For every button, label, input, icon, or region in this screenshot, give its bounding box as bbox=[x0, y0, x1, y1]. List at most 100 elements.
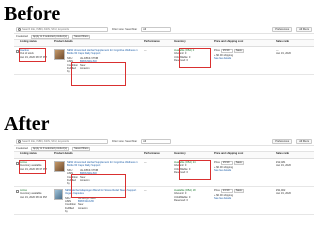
save-price-button[interactable]: Save bbox=[233, 188, 244, 193]
highlight-box bbox=[179, 48, 211, 68]
bulk-action-select[interactable]: Apply to 0 selected product(s) bbox=[30, 146, 70, 151]
price-input[interactable]: 29.99 bbox=[220, 49, 233, 53]
selected-count: 0 selected bbox=[16, 34, 28, 38]
fee-details-link[interactable]: See fee details bbox=[214, 197, 276, 200]
sales-rank-cell: #12,481 Jan 19, 2020 bbox=[276, 161, 312, 186]
filter-select[interactable]: All bbox=[141, 139, 172, 144]
table-row: Active Inventory available Jan 19, 2020 08… bbox=[14, 159, 314, 187]
all-filters-label: All filters bbox=[299, 139, 309, 143]
before-panel: Search title, ISBN, ASIN, SKU, keywords F… bbox=[14, 26, 314, 102]
all-filters-button[interactable]: All filters bbox=[296, 27, 312, 32]
column-header[interactable]: Sales rank bbox=[276, 40, 312, 46]
highlight-box bbox=[19, 160, 46, 174]
price-label: Price bbox=[214, 189, 220, 193]
toolbar: Search title, ISBN, ASIN, SKU, keywords F… bbox=[14, 26, 314, 34]
column-header[interactable]: Product details bbox=[54, 40, 144, 46]
performance-cell: — bbox=[144, 161, 147, 164]
table-header: Listing status Product details Performance… bbox=[14, 152, 314, 159]
search-input[interactable]: Search title, ISBN, ASIN, SKU, keywords bbox=[16, 139, 108, 144]
product-title-link[interactable]: NEW Unscented Herbal Supplement for Cogn… bbox=[67, 161, 144, 168]
highlight-box bbox=[71, 174, 126, 198]
save-price-button[interactable]: Save bbox=[233, 49, 244, 53]
save-price-label: Save bbox=[235, 189, 242, 193]
listing-status-cell: Active Inventory available Jan 19, 2020 08… bbox=[20, 189, 54, 214]
bulk-action-select[interactable]: Apply to 0 selected product(s) bbox=[30, 34, 70, 39]
inventory-cell: Available (FBA) 18 Inbound: 0 Unfulfillabl… bbox=[174, 189, 214, 214]
column-header[interactable]: Price and shipping cost bbox=[214, 40, 276, 46]
column-header[interactable]: Inventory bbox=[174, 40, 214, 46]
saved-filters-button[interactable]: Saved filters bbox=[72, 34, 91, 39]
fee-details-link[interactable]: See fee details bbox=[214, 169, 276, 172]
preferences-label: Preferences bbox=[275, 27, 290, 31]
price-label: Price bbox=[214, 49, 220, 53]
search-icon bbox=[18, 28, 21, 31]
row-date: Jan 19, 2020 bbox=[276, 192, 291, 196]
row-date: Jan 19, 2020 bbox=[276, 164, 291, 168]
column-header[interactable]: Listing status bbox=[20, 40, 54, 46]
product-image[interactable] bbox=[54, 161, 65, 172]
fulfillment-label: Fulfilled by bbox=[65, 206, 74, 214]
column-header[interactable]: Performance bbox=[144, 40, 174, 46]
product-image[interactable] bbox=[54, 49, 65, 60]
highlight-box bbox=[19, 48, 46, 62]
created-date: Jan 19, 2020 08:41 PM bbox=[20, 195, 47, 199]
selected-count: 0 selected bbox=[16, 146, 28, 150]
table-row: Active Inventory available Jan 19, 2020 08… bbox=[14, 187, 314, 215]
save-price-label: Save bbox=[235, 161, 242, 165]
all-filters-label: All filters bbox=[299, 27, 309, 31]
column-header[interactable]: Inventory bbox=[174, 152, 214, 158]
column-header[interactable]: Product details bbox=[54, 152, 144, 158]
highlight-box bbox=[71, 62, 126, 86]
after-panel: Search title, ISBN, ASIN, SKU, keywords F… bbox=[14, 138, 314, 238]
column-header[interactable]: Listing status bbox=[20, 152, 54, 158]
filter-value: All bbox=[143, 27, 146, 31]
product-detail-grid: SKU JH-M2QP-44RT ASIN B08X31LKZD Condition Ne… bbox=[65, 197, 144, 214]
price-value: 29.99 bbox=[222, 161, 230, 165]
fee-details-link[interactable]: See fee details bbox=[214, 57, 276, 60]
price-value: 29.99 bbox=[222, 49, 230, 53]
price-cell: Price 29.99 Save + $0.00 shipping See fee de… bbox=[214, 161, 276, 186]
column-header[interactable]: Performance bbox=[144, 152, 174, 158]
saved-filters-label: Saved filters bbox=[74, 146, 89, 150]
bulk-action-label: Apply to 0 selected product(s) bbox=[32, 146, 68, 150]
save-price-button[interactable]: Save bbox=[233, 161, 244, 165]
product-image[interactable] bbox=[54, 188, 63, 200]
toolbar: Search title, ISBN, ASIN, SKU, keywords F… bbox=[14, 138, 314, 146]
search-icon bbox=[18, 140, 21, 143]
product-title-link[interactable]: NEW Unscented Herbal Supplement for Cogn… bbox=[67, 49, 144, 56]
bulk-action-label: Apply to 0 selected product(s) bbox=[32, 34, 68, 38]
search-input[interactable]: Search title, ISBN, ASIN, SKU, keywords bbox=[16, 27, 108, 32]
fulfillment-value: Amazon bbox=[78, 206, 88, 210]
inventory-line: Reserved: 0 bbox=[174, 199, 188, 203]
saved-filters-button[interactable]: Saved filters bbox=[72, 146, 91, 151]
save-price-label: Save bbox=[235, 49, 242, 53]
search-placeholder: Search title, ISBN, ASIN, SKU, keywords bbox=[22, 139, 69, 143]
table-row: Inactive Out of stock Jan 19, 2020 08:37 P… bbox=[14, 47, 314, 75]
price-cell: Price 29.99 Save + $0.00 shipping See fee de… bbox=[214, 49, 276, 74]
filter-select[interactable]: All bbox=[141, 27, 172, 32]
row-checkbox[interactable] bbox=[16, 189, 19, 193]
filter-label: Filter view: Searchbar bbox=[112, 27, 138, 31]
all-filters-button[interactable]: All filters bbox=[296, 139, 312, 144]
price-cell: Price 24.99 Save + $0.00 shipping See fee de… bbox=[214, 188, 276, 214]
row-date: Jan 19, 2020 bbox=[276, 52, 291, 56]
performance-cell: — bbox=[144, 49, 147, 52]
column-header[interactable]: Sales rank bbox=[276, 152, 312, 158]
search-placeholder: Search title, ISBN, ASIN, SKU, keywords bbox=[22, 27, 69, 31]
column-header[interactable]: Price and shipping cost bbox=[214, 152, 276, 158]
price-label: Price bbox=[214, 161, 220, 165]
sales-rank-cell: #31,902 Jan 19, 2020 bbox=[276, 189, 312, 214]
after-heading: After bbox=[4, 113, 50, 135]
inventory-quantity: 18 bbox=[192, 188, 196, 192]
preferences-button[interactable]: Preferences bbox=[272, 27, 293, 32]
price-value: 24.99 bbox=[222, 189, 230, 193]
price-input[interactable]: 29.99 bbox=[220, 161, 233, 165]
sales-rank-cell: — Jan 19, 2020 bbox=[276, 49, 312, 74]
filter-value: All bbox=[143, 139, 146, 143]
preferences-button[interactable]: Preferences bbox=[272, 139, 293, 144]
price-input[interactable]: 24.99 bbox=[220, 188, 233, 193]
performance-cell: — bbox=[144, 188, 147, 192]
table-header: Listing status Product details Performance… bbox=[14, 40, 314, 47]
preferences-label: Preferences bbox=[275, 139, 290, 143]
before-heading: Before bbox=[4, 3, 61, 25]
